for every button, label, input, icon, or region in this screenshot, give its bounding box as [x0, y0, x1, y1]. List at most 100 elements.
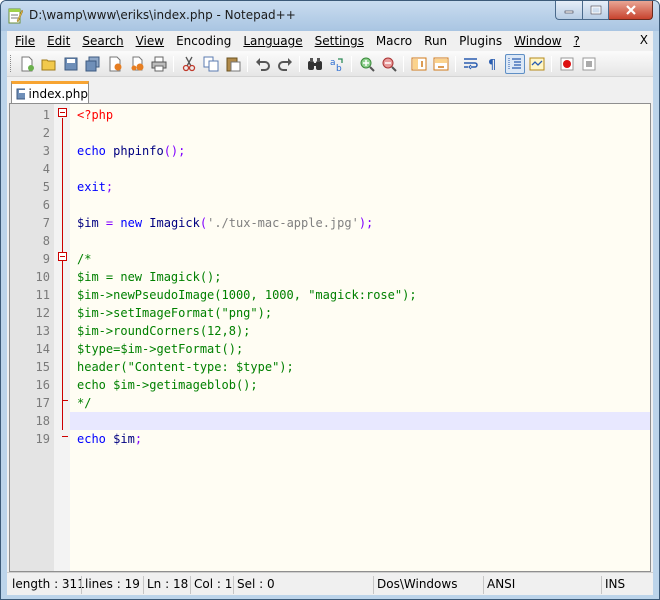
- window-title: D:\wamp\www\eriks\index.php - Notepad++: [29, 8, 296, 22]
- cut-button[interactable]: [179, 54, 199, 74]
- menu-settings[interactable]: Settings: [309, 31, 370, 51]
- status-insert-mode: INS: [601, 576, 649, 594]
- zoom-in-button[interactable]: [357, 54, 377, 74]
- code-line[interactable]: 6: [10, 196, 650, 214]
- toolbar-grip[interactable]: [10, 55, 13, 72]
- code-line[interactable]: 17 */: [10, 394, 650, 412]
- svg-text:b: b: [336, 64, 342, 72]
- show-all-chars-button[interactable]: ¶: [483, 54, 503, 74]
- code-token: $im = new Imagick();: [77, 270, 222, 284]
- fold-guide: [62, 262, 63, 430]
- menu-macro[interactable]: Macro: [370, 31, 418, 51]
- code-line[interactable]: 11 $im->newPseudoImage(1000, 1000, "magic…: [10, 286, 650, 304]
- menu-help[interactable]: ?: [567, 31, 585, 51]
- fold-toggle-comment-block[interactable]: [58, 252, 67, 261]
- line-number: 5: [42, 180, 50, 194]
- line-number: 8: [42, 234, 50, 248]
- code-token: <?php: [77, 108, 114, 122]
- minimize-button[interactable]: [555, 1, 582, 20]
- code-token: ;: [105, 180, 114, 194]
- code-text: $im->roundCorners(12,8);: [77, 322, 250, 340]
- menu-run[interactable]: Run: [418, 31, 453, 51]
- menu-encoding[interactable]: Encoding: [170, 31, 237, 51]
- record-macro-button[interactable]: [557, 54, 577, 74]
- replace-button[interactable]: ab: [327, 54, 347, 74]
- close-document-button[interactable]: X: [640, 33, 648, 47]
- menu-plugins[interactable]: Plugins: [453, 31, 508, 51]
- menu-language[interactable]: Language: [237, 31, 308, 51]
- menu-view[interactable]: View: [130, 31, 170, 51]
- svg-text:¶: ¶: [488, 58, 496, 72]
- maximize-button[interactable]: [582, 1, 609, 20]
- fold-toggle-php-block[interactable]: [58, 108, 67, 117]
- code-line[interactable]: 2: [10, 124, 650, 142]
- new-file-button[interactable]: [17, 54, 37, 74]
- code-line[interactable]: 7 $im = new Imagick('./tux-mac-apple.jpg'…: [10, 214, 650, 232]
- code-token: $im->roundCorners(12,8);: [77, 324, 251, 338]
- zoom-out-button[interactable]: [379, 54, 399, 74]
- undo-button[interactable]: [253, 54, 273, 74]
- undo-icon: [256, 58, 270, 71]
- code-line[interactable]: 10 $im = new Imagick();: [10, 268, 650, 286]
- line-number: 18: [35, 414, 50, 428]
- new-file-icon: [21, 56, 34, 72]
- paste-button[interactable]: [223, 54, 243, 74]
- word-wrap-icon: [464, 58, 478, 70]
- save-all-button[interactable]: [83, 54, 103, 74]
- sync-vertical-button[interactable]: [409, 54, 429, 74]
- stop-macro-button[interactable]: [579, 54, 599, 74]
- code-line[interactable]: 5 exit;: [10, 178, 650, 196]
- word-wrap-button[interactable]: [461, 54, 481, 74]
- code-line[interactable]: 19 echo $im;: [10, 430, 650, 448]
- user-lang-button[interactable]: [527, 54, 547, 74]
- line-number: 15: [35, 360, 50, 374]
- find-button[interactable]: [305, 54, 325, 74]
- indent-guide-button[interactable]: [505, 54, 525, 74]
- open-file-button[interactable]: [39, 54, 59, 74]
- menu-edit[interactable]: Edit: [41, 31, 76, 51]
- status-length: length : 311: [12, 577, 85, 591]
- code-line[interactable]: 12 $im->setImageFormat("png");: [10, 304, 650, 322]
- line-number: 10: [35, 270, 50, 284]
- code-text: <?php: [77, 106, 113, 124]
- code-editor[interactable]: 1 <?php 2 3 echo phpinfo(); 4 5 exit; 6 7 $im = ne…: [9, 103, 651, 572]
- menu-search[interactable]: Search: [76, 31, 129, 51]
- code-line[interactable]: 15 header("Content-type: $type");: [10, 358, 650, 376]
- code-line[interactable]: 1 <?php: [10, 106, 650, 124]
- code-line[interactable]: 18: [10, 412, 650, 430]
- code-token: $im->newPseudoImage(1000, 1000, "magick:…: [77, 288, 417, 302]
- code-line[interactable]: 3 echo phpinfo();: [10, 142, 650, 160]
- sync-vertical-icon: [411, 57, 427, 71]
- redo-button[interactable]: [275, 54, 295, 74]
- title-bar[interactable]: D:\wamp\www\eriks\index.php - Notepad++: [1, 1, 659, 31]
- notepadpp-app-icon[interactable]: [7, 7, 23, 24]
- print-icon: [151, 56, 167, 72]
- copy-icon: [203, 56, 219, 72]
- save-button[interactable]: [61, 54, 81, 74]
- copy-button[interactable]: [201, 54, 221, 74]
- code-token: './tux-mac-apple.jpg': [207, 216, 359, 230]
- menu-file[interactable]: File: [9, 31, 41, 51]
- code-line[interactable]: 13 $im->roundCorners(12,8);: [10, 322, 650, 340]
- stop-macro-icon: [582, 57, 596, 71]
- code-text: $im = new Imagick('./tux-mac-apple.jpg')…: [77, 214, 373, 232]
- sync-horizontal-button[interactable]: [431, 54, 451, 74]
- menu-window[interactable]: Window: [508, 31, 567, 51]
- close-window-button[interactable]: [609, 1, 653, 20]
- line-number: 19: [35, 432, 50, 446]
- code-line[interactable]: 14 $type=$im->getFormat();: [10, 340, 650, 358]
- code-text: echo phpinfo();: [77, 142, 185, 160]
- user-lang-icon: [529, 57, 545, 71]
- close-button[interactable]: [105, 54, 125, 74]
- line-number: 7: [42, 216, 50, 230]
- status-eol: Dos\Windows: [373, 576, 483, 594]
- tab-index-php[interactable]: index.php: [11, 81, 89, 103]
- saved-file-icon: [16, 88, 25, 99]
- code-line[interactable]: 16 echo $im->getimageblob();: [10, 376, 650, 394]
- code-line[interactable]: 4: [10, 160, 650, 178]
- code-line[interactable]: 9 /*: [10, 250, 650, 268]
- print-button[interactable]: [149, 54, 169, 74]
- minimize-icon: [564, 10, 574, 14]
- close-all-button[interactable]: [127, 54, 147, 74]
- code-line[interactable]: 8: [10, 232, 650, 250]
